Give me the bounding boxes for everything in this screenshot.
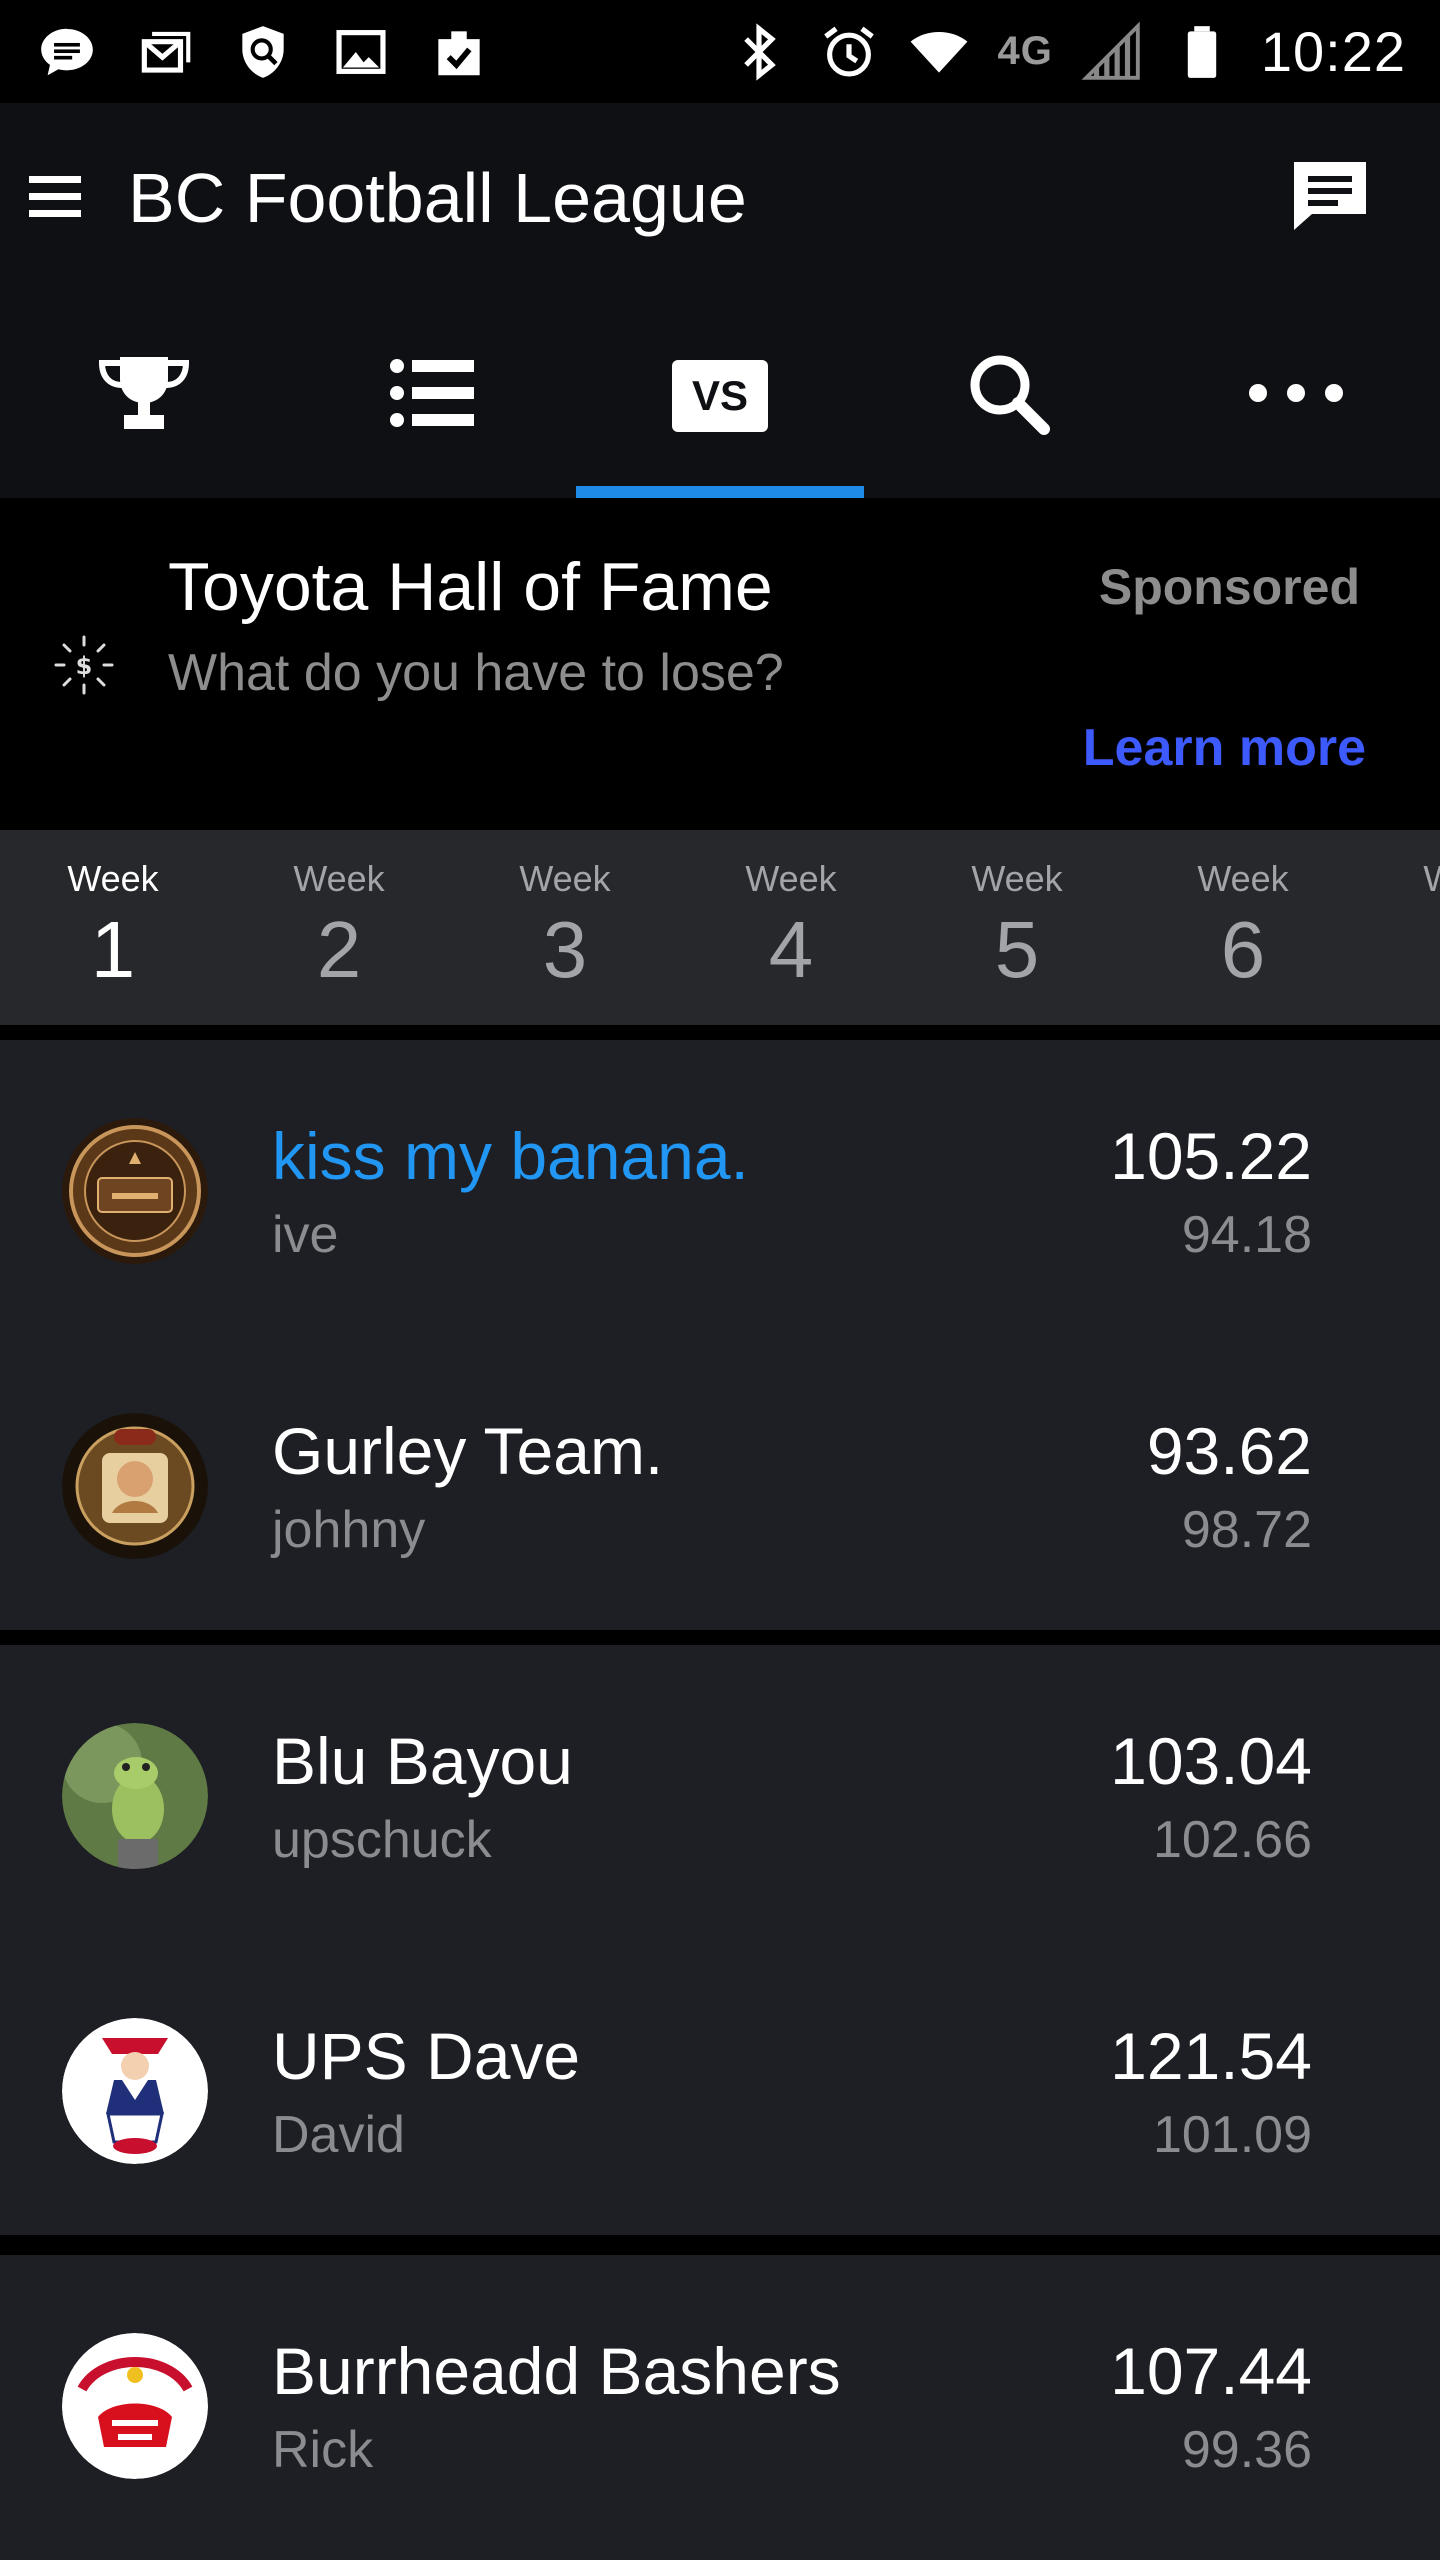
week-label: Week bbox=[745, 858, 837, 899]
clock: 10:22 bbox=[1260, 20, 1406, 83]
vs-icon: VS bbox=[672, 359, 768, 432]
sponsored-ad[interactable]: $ Toyota Hall of Fame What do you have t… bbox=[0, 498, 1440, 830]
team-score: 93.62 bbox=[1146, 1414, 1312, 1488]
team-score: 107.44 bbox=[1110, 2334, 1312, 2408]
system-icons: 4G 10:22 bbox=[728, 19, 1407, 84]
alarm-icon bbox=[818, 21, 880, 83]
projected-score: 99.36 bbox=[1181, 2421, 1312, 2479]
projected-score: 98.72 bbox=[1181, 1501, 1312, 1559]
matchup-team-row[interactable]: kiss my banana. ive 105.22 94.18 bbox=[0, 1040, 1440, 1335]
tab-search[interactable] bbox=[864, 293, 1152, 498]
tab-standings[interactable] bbox=[0, 293, 288, 498]
week-number: 6 bbox=[1220, 905, 1266, 994]
tab-bar: VS bbox=[0, 293, 1440, 498]
projected-score: 102.66 bbox=[1152, 1811, 1312, 1869]
sponsor-logo-icon: $ bbox=[52, 633, 116, 697]
week-tab-1[interactable]: Week 1 bbox=[0, 830, 226, 1025]
week-number: 4 bbox=[768, 905, 814, 994]
app-bar: BC Football League bbox=[0, 103, 1440, 293]
menu-button[interactable] bbox=[0, 143, 110, 253]
team-avatar bbox=[62, 1118, 208, 1264]
team-avatar bbox=[62, 1723, 208, 1869]
week-tab-5[interactable]: Week 5 bbox=[904, 830, 1130, 1025]
svg-text:$: $ bbox=[76, 652, 93, 680]
week-label: Week bbox=[971, 858, 1063, 899]
matchup-team-row[interactable]: Burrheadd Bashers Rick 107.44 99.36 bbox=[0, 2255, 1440, 2550]
matchup-team-row[interactable]: Gurley Team. johhny 93.62 98.72 bbox=[0, 1335, 1440, 1630]
ad-subtitle: What do you have to lose? bbox=[168, 644, 784, 702]
team-name: Gurley Team. bbox=[272, 1414, 664, 1488]
week-tab-2[interactable]: Week 2 bbox=[226, 830, 452, 1025]
team-score: 103.04 bbox=[1110, 1724, 1312, 1798]
tab-matchups[interactable]: VS bbox=[576, 293, 864, 498]
image-icon bbox=[330, 21, 392, 83]
clipboard-check-icon bbox=[428, 21, 490, 83]
team-score: 121.54 bbox=[1110, 2019, 1312, 2093]
shield-icon bbox=[232, 21, 294, 83]
team-avatar bbox=[62, 2018, 208, 2164]
hamburger-icon bbox=[27, 172, 83, 225]
team-avatar bbox=[62, 2333, 208, 2479]
more-icon bbox=[1246, 381, 1346, 410]
matchup-card[interactable]: kiss my banana. ive 105.22 94.18 Gurley … bbox=[0, 1040, 1440, 1630]
owner-name: johhny bbox=[272, 1501, 426, 1559]
status-bar: 4G 10:22 bbox=[0, 0, 1440, 103]
network-type: 4G bbox=[997, 29, 1053, 73]
bluetooth-icon bbox=[728, 21, 790, 83]
projected-score: 101.09 bbox=[1152, 2106, 1312, 2164]
week-selector: Week 1 Week 2 Week 3 Week 4 Week 5 Week … bbox=[0, 830, 1440, 1025]
mail-icon bbox=[134, 21, 196, 83]
matchup-card[interactable]: Burrheadd Bashers Rick 107.44 99.36 bbox=[0, 2255, 1440, 2560]
tab-roster[interactable] bbox=[288, 293, 576, 498]
week-label: Week bbox=[519, 858, 611, 899]
messenger-icon bbox=[36, 21, 98, 83]
chat-icon bbox=[1290, 158, 1370, 239]
notification-icons bbox=[36, 21, 490, 83]
owner-name: David bbox=[272, 2106, 405, 2164]
week-label: Week bbox=[1197, 858, 1289, 899]
page-title: BC Football League bbox=[128, 159, 747, 237]
week-label: Week bbox=[67, 858, 159, 899]
week-number: 3 bbox=[542, 905, 588, 994]
chat-button[interactable] bbox=[1280, 148, 1380, 248]
learn-more-link[interactable]: Learn more bbox=[1083, 718, 1366, 778]
week-label: Week bbox=[1356, 858, 1440, 900]
week-number: 1 bbox=[90, 905, 136, 994]
week-tab-6[interactable]: Week 6 bbox=[1130, 830, 1356, 1025]
team-name: kiss my banana. bbox=[272, 1119, 749, 1193]
week-tab-7-partial[interactable]: Week bbox=[1356, 830, 1440, 1025]
tab-more[interactable] bbox=[1152, 293, 1440, 498]
owner-name: upschuck bbox=[272, 1811, 492, 1869]
team-score: 105.22 bbox=[1110, 1119, 1312, 1193]
trophy-icon bbox=[96, 353, 192, 438]
signal-icon bbox=[1081, 20, 1143, 83]
team-name: Blu Bayou bbox=[272, 1724, 573, 1798]
owner-name: ive bbox=[272, 1206, 339, 1264]
ad-title: Toyota Hall of Fame bbox=[168, 549, 773, 625]
list-icon bbox=[390, 358, 474, 433]
search-icon bbox=[966, 351, 1050, 440]
week-number: 5 bbox=[994, 905, 1040, 994]
team-name: UPS Dave bbox=[272, 2019, 581, 2093]
matchup-card[interactable]: Blu Bayou upschuck 103.04 102.66 UPS Dav… bbox=[0, 1645, 1440, 2235]
week-number: 2 bbox=[316, 905, 362, 994]
matchup-team-row[interactable]: Blu Bayou upschuck 103.04 102.66 bbox=[0, 1645, 1440, 1940]
wifi-icon bbox=[908, 21, 970, 83]
owner-name: Rick bbox=[272, 2421, 374, 2479]
team-avatar bbox=[62, 1413, 208, 1559]
battery-icon bbox=[1171, 21, 1233, 83]
week-tab-4[interactable]: Week 4 bbox=[678, 830, 904, 1025]
matchup-team-row[interactable]: UPS Dave David 121.54 101.09 bbox=[0, 1940, 1440, 2235]
projected-score: 94.18 bbox=[1181, 1206, 1312, 1264]
team-name: Burrheadd Bashers bbox=[272, 2334, 841, 2408]
week-label: Week bbox=[293, 858, 385, 899]
sponsored-label: Sponsored bbox=[1098, 559, 1360, 615]
week-tab-3[interactable]: Week 3 bbox=[452, 830, 678, 1025]
